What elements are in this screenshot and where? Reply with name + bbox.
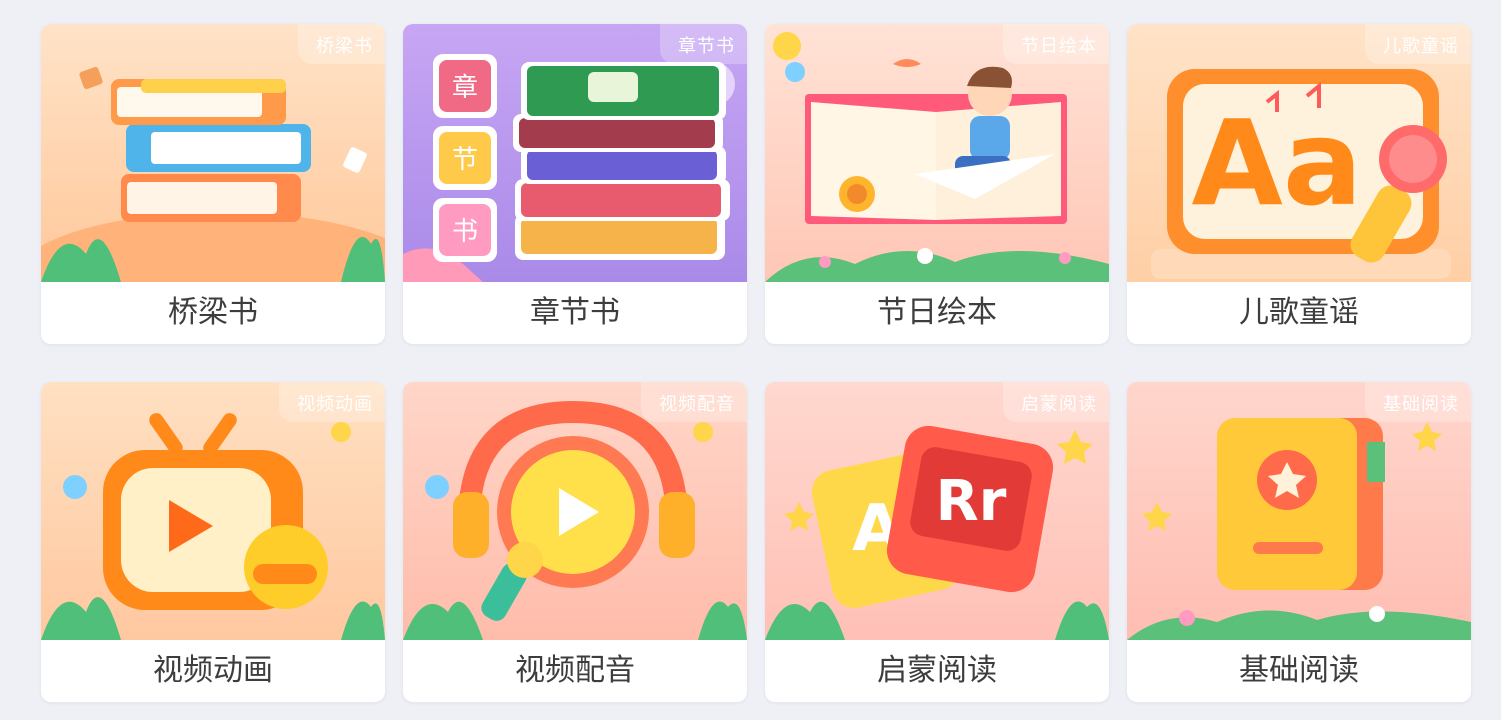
category-tag: 章节书 [660, 24, 747, 64]
category-title: 视频配音 [515, 653, 635, 688]
letter-rr: Rr [936, 469, 1007, 534]
category-tag: 桥梁书 [298, 24, 385, 64]
category-tag: 节日绘本 [1003, 24, 1109, 64]
category-card-video-animation[interactable]: 视频动画 视频动画 [41, 382, 385, 702]
category-tag: 基础阅读 [1365, 382, 1471, 422]
category-tag: 视频配音 [641, 382, 747, 422]
category-tag: 儿歌童谣 [1365, 24, 1471, 64]
category-tag: 启蒙阅读 [1003, 382, 1109, 422]
category-card-festival-picture-books[interactable]: 节日绘本 节日绘本 [765, 24, 1109, 344]
category-card-chapter-books[interactable]: 章 节 书 章节书 章节书 [403, 24, 747, 344]
side-char-tiles: 章 节 书 [433, 54, 497, 262]
category-title: 节日绘本 [877, 295, 997, 330]
category-card-video-dubbing[interactable]: 视频配音 视频配音 [403, 382, 747, 702]
category-title: 视频动画 [153, 653, 273, 688]
category-title: 启蒙阅读 [877, 653, 997, 688]
category-card-enlightenment-reading[interactable]: A Rr 启蒙阅读 启蒙阅读 [765, 382, 1109, 702]
alphabet-letters: Aa [1192, 94, 1363, 232]
side-char-2: 节 [452, 145, 478, 175]
category-tag: 视频动画 [279, 382, 385, 422]
category-title: 基础阅读 [1239, 653, 1359, 688]
category-grid: 桥梁书 桥梁书 章 节 书 章节书 章节书 节日绘本 节日绘本 Aa 儿歌童谣 … [41, 24, 1471, 704]
category-title: 儿歌童谣 [1239, 295, 1359, 330]
category-card-basic-reading[interactable]: 基础阅读 基础阅读 [1127, 382, 1471, 702]
category-card-bridge-books[interactable]: 桥梁书 桥梁书 [41, 24, 385, 344]
side-char-1: 章 [452, 73, 478, 103]
category-title: 章节书 [530, 295, 620, 330]
category-title: 桥梁书 [168, 295, 258, 330]
category-card-nursery-rhymes[interactable]: Aa 儿歌童谣 儿歌童谣 [1127, 24, 1471, 344]
side-char-3: 书 [452, 217, 478, 247]
